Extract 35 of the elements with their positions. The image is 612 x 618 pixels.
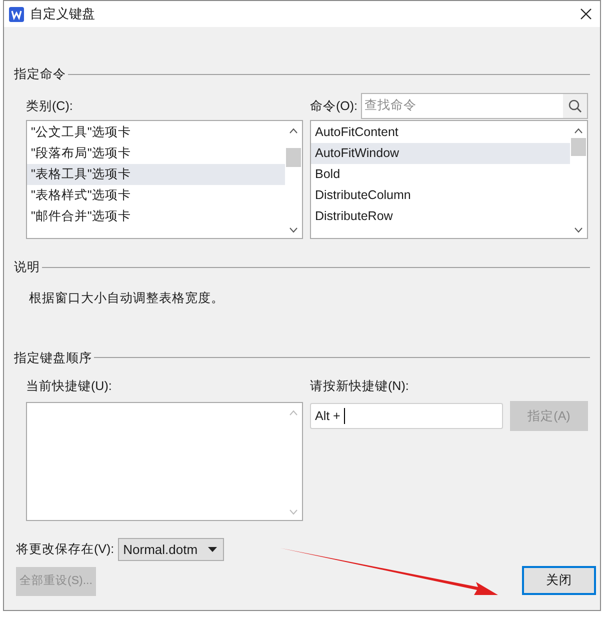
current-shortcut-list[interactable]	[26, 402, 303, 521]
category-list[interactable]: "公文工具"选项卡 "段落布局"选项卡 "表格工具"选项卡 "表格样式"选项卡 "邮件合并"选项卡	[26, 120, 303, 239]
scroll-thumb[interactable]	[286, 148, 301, 167]
app-logo-icon	[9, 6, 24, 22]
field-label: 将更改保存在(V):	[16, 541, 114, 558]
field-label: 命令(O):	[310, 98, 358, 115]
save-location-dropdown[interactable]: Normal.dotm	[118, 538, 224, 561]
search-input: 查找命令	[362, 96, 563, 116]
list-item[interactable]: DistributeColumn	[311, 184, 570, 206]
field-label: 请按新快捷键(N):	[310, 378, 410, 396]
list-item[interactable]: AutoFitContent	[311, 122, 570, 143]
field-label: 当前快捷键(U):	[26, 378, 113, 396]
close-button[interactable]: 关闭	[522, 566, 596, 595]
search-field[interactable]: 查找命令	[360, 92, 588, 119]
search-button[interactable]	[563, 94, 587, 118]
section-heading: 指定键盘顺序	[14, 350, 92, 366]
list-item[interactable]: "段落布局"选项卡	[27, 142, 285, 164]
list-item[interactable]: DistributeRow	[311, 206, 570, 227]
list-item[interactable]: "公文工具"选项卡	[27, 122, 285, 143]
section-heading: 指定命令	[14, 66, 66, 83]
list-item[interactable]: AutoFitWindow	[311, 142, 570, 164]
list-item[interactable]: "表格样式"选项卡	[27, 184, 285, 206]
scroll-thumb[interactable]	[571, 138, 586, 156]
search-icon	[568, 98, 582, 113]
section-heading: 说明	[14, 258, 40, 276]
field-label: 类别(C):	[26, 98, 73, 115]
command-list[interactable]: AutoFitContent AutoFitWindow Bold DistributeColumn DistributeRow	[310, 120, 588, 239]
close-icon[interactable]	[580, 8, 592, 20]
list-item[interactable]: Bold	[311, 164, 570, 185]
list-item[interactable]: "表格工具"选项卡	[27, 164, 285, 185]
window-title: 自定义键盘	[30, 5, 95, 24]
list-item[interactable]: "邮件合并"选项卡	[27, 206, 285, 227]
shortcut-input-field[interactable]: Alt +	[310, 403, 503, 429]
description-text: 根据窗口大小自动调整表格宽度。	[29, 290, 224, 304]
dropdown-caret-icon	[208, 547, 218, 552]
